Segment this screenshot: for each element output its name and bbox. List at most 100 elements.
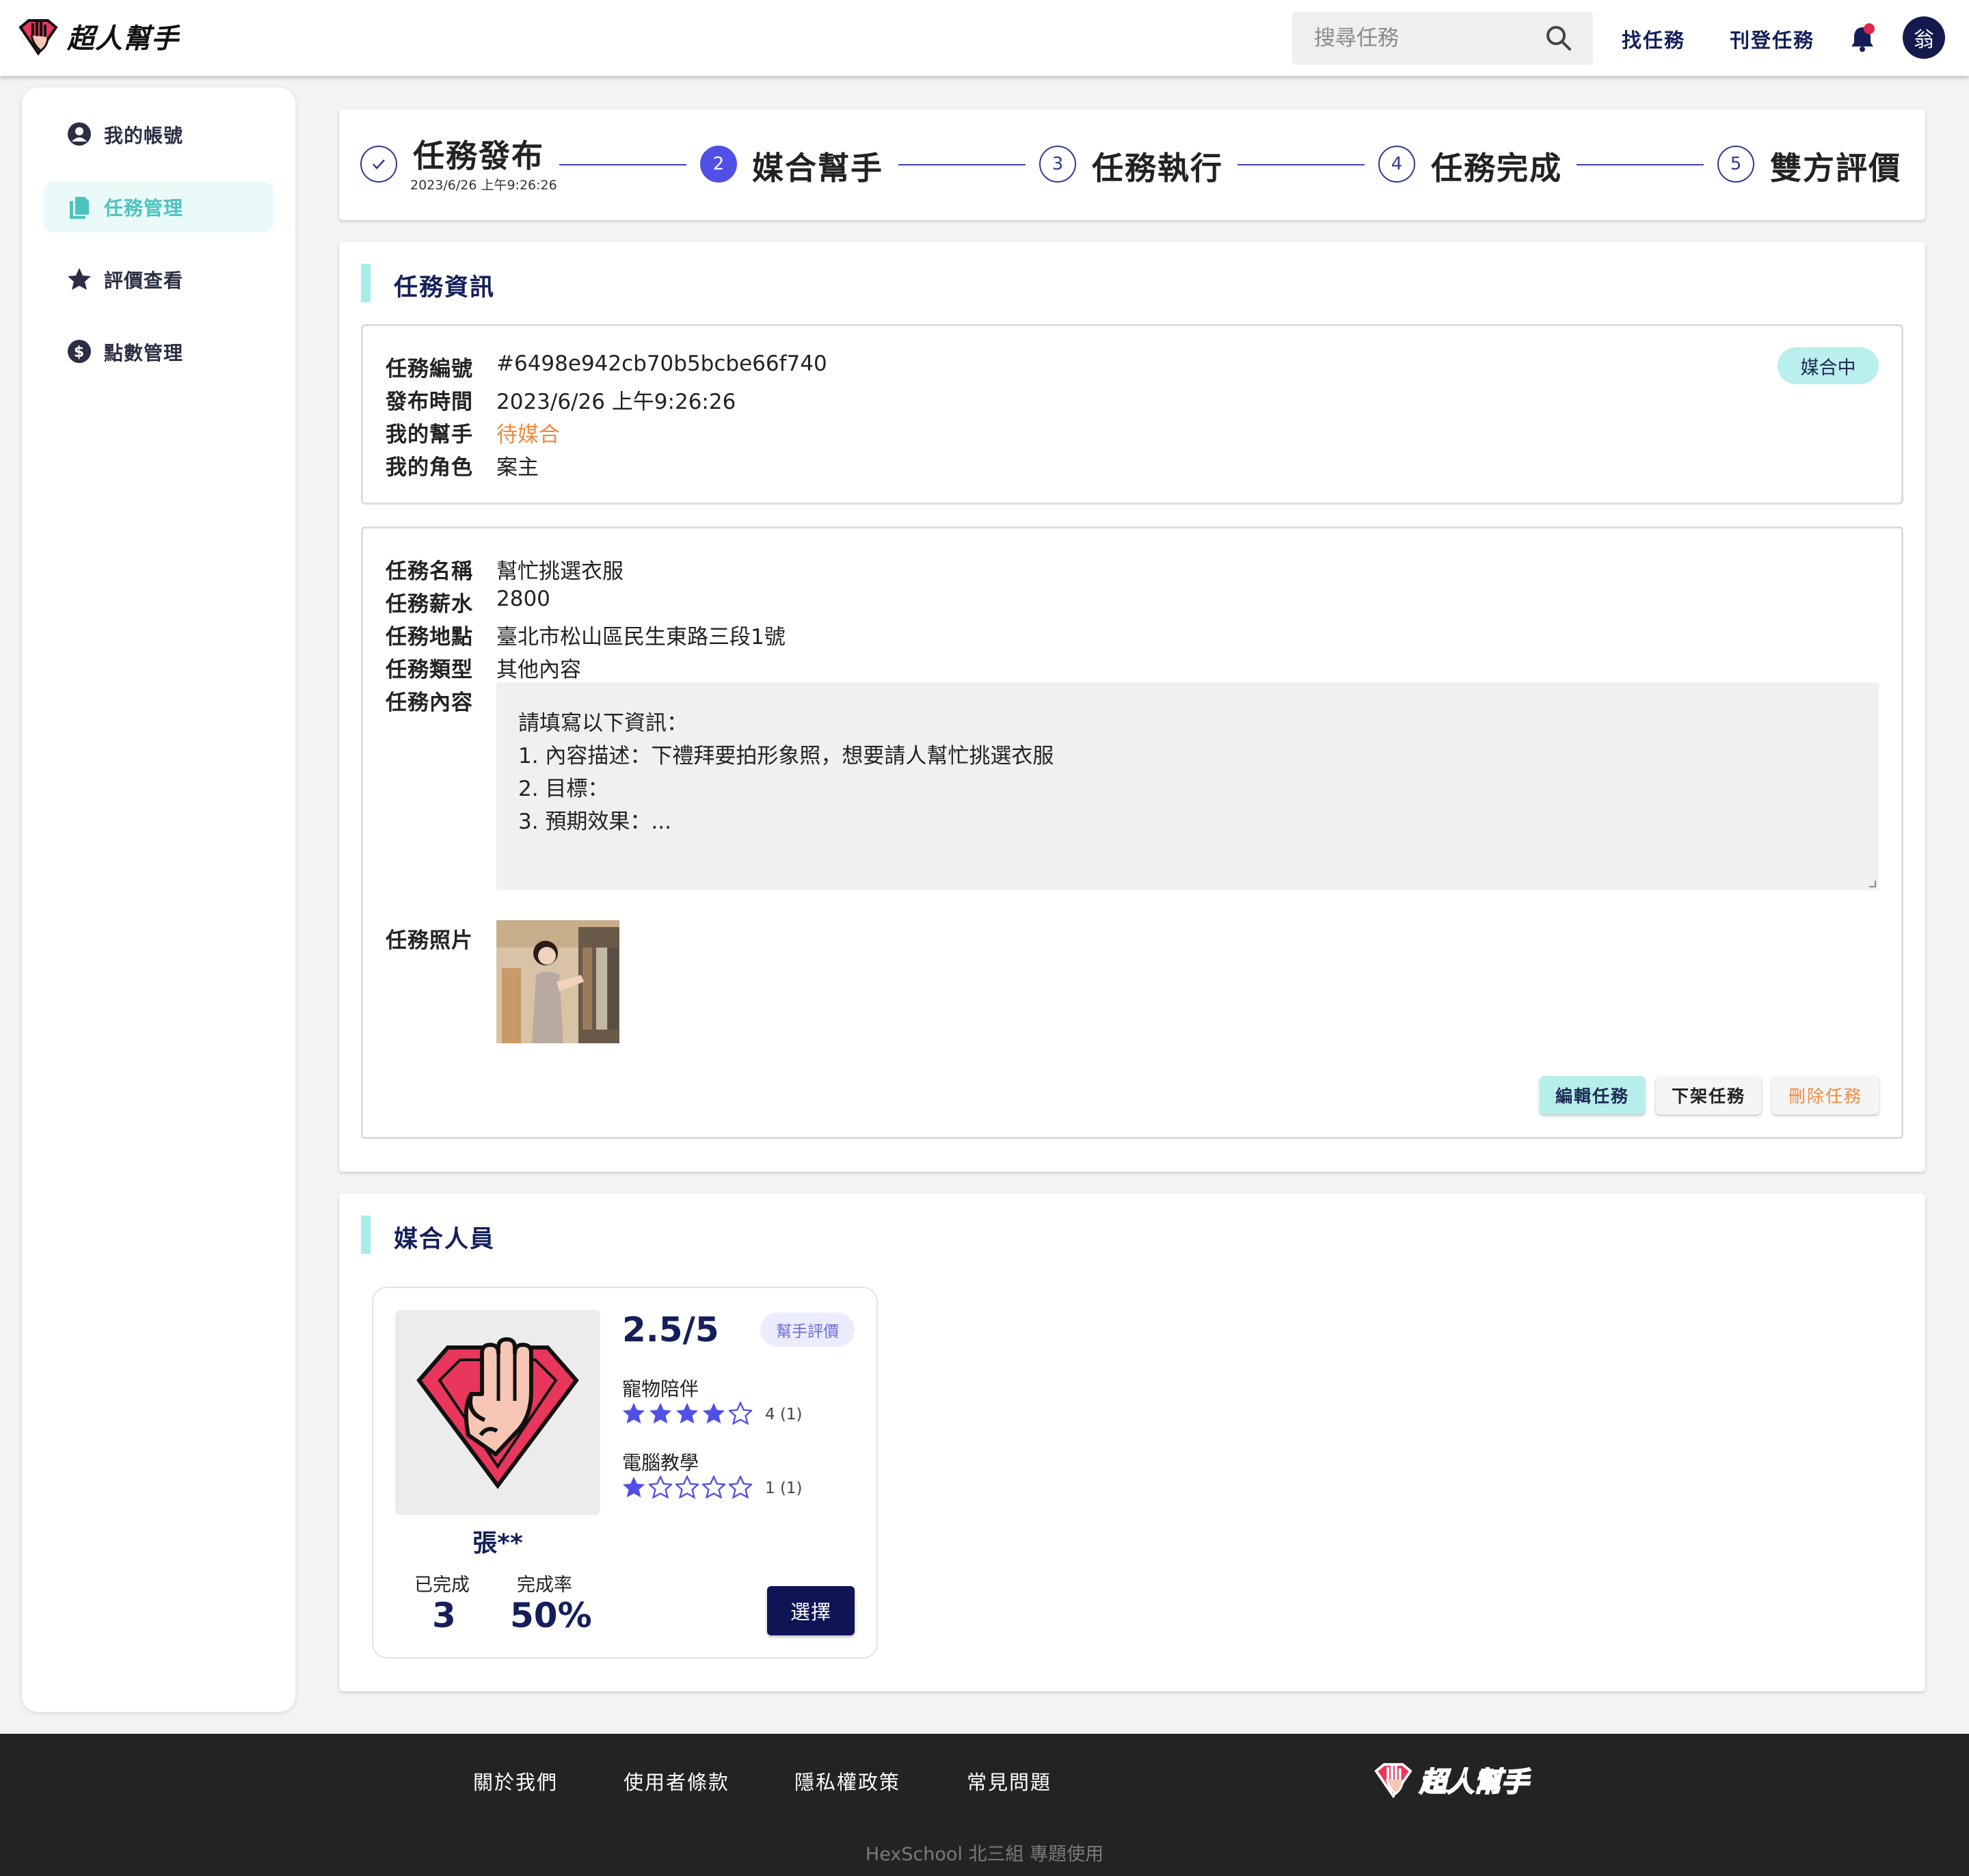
star-empty-icon bbox=[701, 1475, 727, 1501]
content-line: 1. 內容描述：下禮拜要拍形象照，想要請人幫忙挑選衣服 bbox=[518, 744, 1054, 768]
section-accent-bar bbox=[361, 264, 371, 302]
photo-key: 任務照片 bbox=[386, 928, 473, 953]
helper-name: 張** bbox=[472, 1529, 523, 1557]
site-logo[interactable]: 超人幫手 bbox=[18, 16, 179, 56]
review-count: 1 (1) bbox=[765, 1479, 803, 1497]
detail-key: 任務名稱 bbox=[386, 559, 473, 584]
my-role-value: 案主 bbox=[496, 455, 539, 480]
user-avatar[interactable]: 翁 bbox=[1903, 16, 1945, 59]
sidebar-item-label: 點數管理 bbox=[104, 342, 184, 364]
completed-count: 3 bbox=[432, 1596, 456, 1635]
content-line: 2. 目標： bbox=[518, 777, 609, 801]
detail-key: 任務薪水 bbox=[386, 592, 473, 617]
footer-link-about[interactable]: 關於我們 bbox=[473, 1767, 558, 1795]
step-2-label: 媒合幫手 bbox=[752, 150, 883, 187]
step-3-label: 任務執行 bbox=[1092, 150, 1223, 187]
content-key: 任務內容 bbox=[386, 691, 473, 715]
star-filled-icon bbox=[622, 1475, 645, 1501]
meta-key: 發布時間 bbox=[386, 390, 473, 414]
task-type-value: 其他內容 bbox=[496, 658, 581, 682]
sidebar-item-label: 我的帳號 bbox=[104, 124, 184, 147]
task-id-value: #6498e942cb70b5bcbe66f740 bbox=[496, 351, 827, 376]
unlist-task-button[interactable]: 下架任務 bbox=[1656, 1076, 1761, 1114]
sidebar-item-points[interactable]: $ 點數管理 bbox=[44, 327, 273, 377]
meta-key: 我的角色 bbox=[386, 455, 473, 480]
footer-link-privacy[interactable]: 隱私權政策 bbox=[794, 1767, 900, 1795]
step-1-label: 任務發布 bbox=[413, 137, 544, 174]
task-photo[interactable] bbox=[496, 920, 619, 1043]
footer-link-faq[interactable]: 常見問題 bbox=[967, 1767, 1052, 1795]
completion-rate-value: 50% bbox=[510, 1596, 592, 1635]
logo-text: 超人幫手 bbox=[67, 23, 179, 55]
step-4-label: 任務完成 bbox=[1431, 150, 1562, 187]
task-content-textarea[interactable]: 請填寫以下資訊： 1. 內容描述：下禮拜要拍形象照，想要請人幫忙挑選衣服 2. … bbox=[496, 682, 1879, 890]
skill-name: 電腦教學 bbox=[622, 1451, 699, 1474]
task-photo-image bbox=[496, 920, 619, 1043]
task-salary-value: 2800 bbox=[496, 587, 550, 611]
sidebar-item-account[interactable]: 我的帳號 bbox=[44, 109, 273, 160]
svg-text:$: $ bbox=[74, 344, 85, 361]
footer-logo-text: 超人幫手 bbox=[1419, 1766, 1529, 1799]
notification-dot bbox=[1864, 23, 1875, 34]
task-location-value: 臺北市松山區民生東路三段1號 bbox=[496, 625, 786, 649]
section-accent-bar bbox=[361, 1216, 371, 1254]
completion-rate-label: 完成率 bbox=[517, 1574, 572, 1596]
step-connector bbox=[1577, 164, 1704, 165]
skill-star-rating: 4 (1) bbox=[622, 1401, 803, 1428]
search-input[interactable] bbox=[1314, 26, 1546, 51]
step-connector bbox=[559, 164, 686, 165]
star-icon bbox=[68, 268, 91, 290]
skill-star-rating: 1 (1) bbox=[622, 1475, 803, 1501]
user-circle-icon bbox=[68, 122, 91, 146]
skill-name: 寵物陪伴 bbox=[622, 1378, 699, 1400]
detail-key: 任務類型 bbox=[386, 658, 473, 682]
top-header: 超人幫手 找任務 刊登任務 翁 bbox=[0, 0, 1969, 76]
task-info-title: 任務資訊 bbox=[394, 274, 496, 302]
step-1-date: 2023/6/26 上午9:26:26 bbox=[410, 178, 557, 193]
step-5-number: 5 bbox=[1717, 146, 1754, 183]
star-filled-icon bbox=[622, 1402, 645, 1428]
star-filled-icon bbox=[649, 1402, 672, 1428]
matched-helpers-title: 媒合人員 bbox=[394, 1226, 496, 1253]
step-2-number: 2 bbox=[700, 146, 737, 183]
delete-task-button[interactable]: 刪除任務 bbox=[1772, 1076, 1879, 1114]
step-4-number: 4 bbox=[1378, 146, 1415, 183]
hand-shield-avatar-icon bbox=[416, 1337, 579, 1490]
helper-rating: 2.5/5 bbox=[622, 1310, 719, 1350]
nav-post-task[interactable]: 刊登任務 bbox=[1730, 25, 1814, 53]
step-3-number: 3 bbox=[1039, 146, 1076, 183]
review-count: 4 (1) bbox=[765, 1406, 803, 1423]
publish-time-value: 2023/6/26 上午9:26:26 bbox=[496, 390, 736, 414]
sidebar-item-reviews[interactable]: 評價查看 bbox=[44, 254, 273, 305]
star-filled-icon bbox=[702, 1402, 725, 1428]
status-badge: 媒合中 bbox=[1778, 347, 1879, 384]
completed-label: 已完成 bbox=[414, 1574, 470, 1596]
nav-find-task[interactable]: 找任務 bbox=[1622, 25, 1685, 53]
star-empty-icon bbox=[727, 1475, 753, 1501]
star-empty-icon bbox=[647, 1475, 673, 1501]
task-name-value: 幫忙挑選衣服 bbox=[496, 559, 624, 584]
edit-task-button[interactable]: 編輯任務 bbox=[1540, 1076, 1645, 1114]
detail-key: 任務地點 bbox=[386, 625, 473, 649]
sidebar-item-task-management[interactable]: 任務管理 bbox=[44, 182, 273, 232]
sidebar-item-label: 任務管理 bbox=[104, 197, 184, 219]
footer-link-terms[interactable]: 使用者條款 bbox=[624, 1767, 729, 1795]
select-helper-button[interactable]: 選擇 bbox=[767, 1586, 855, 1635]
step-5-label: 雙方評價 bbox=[1770, 150, 1901, 187]
sidebar-item-label: 評價查看 bbox=[104, 269, 184, 292]
rating-badge: 幫手評價 bbox=[760, 1313, 855, 1347]
hand-shield-logo-icon bbox=[1374, 1763, 1412, 1799]
documents-icon bbox=[70, 197, 89, 219]
search-box bbox=[1292, 12, 1593, 65]
copyright-text: HexSchool 北三組 專題使用 bbox=[865, 1844, 1104, 1865]
footer-logo[interactable]: 超人幫手 bbox=[1373, 1760, 1529, 1799]
hand-shield-logo-icon bbox=[18, 19, 58, 56]
step-connector bbox=[1237, 164, 1365, 165]
search-icon[interactable] bbox=[1545, 25, 1572, 52]
star-filled-icon bbox=[675, 1402, 699, 1428]
resize-handle[interactable] bbox=[1869, 881, 1876, 887]
dollar-circle-icon: $ bbox=[68, 340, 91, 363]
my-helper-value: 待媒合 bbox=[496, 423, 560, 447]
star-empty-icon bbox=[674, 1475, 700, 1501]
helper-avatar bbox=[395, 1310, 600, 1515]
